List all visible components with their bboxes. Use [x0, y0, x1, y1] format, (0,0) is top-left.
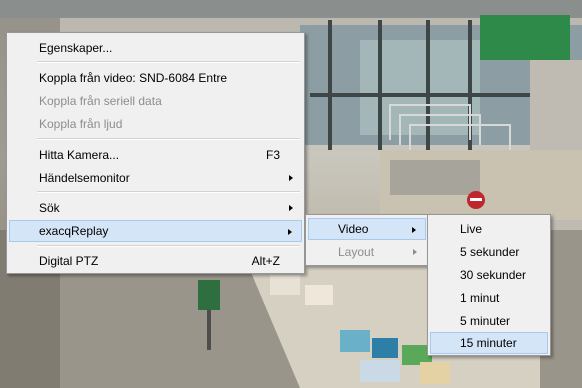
menu-item-label: 5 sekunder [460, 245, 520, 259]
menu-item-disconnect-serial-data: Koppla från seriell data [9, 90, 302, 112]
submenu-arrow-icon [412, 227, 416, 233]
submenu-arrow-icon [289, 175, 293, 181]
menu-separator [37, 138, 300, 140]
menu-item-label: Egenskaper... [39, 41, 113, 55]
menu-item-disconnect-video[interactable]: Koppla från video: SND-6084 Entre [9, 67, 302, 89]
menu-item-label: Sök [39, 201, 60, 215]
submenu-arrow-icon [288, 229, 292, 235]
menu-item-label: Koppla från video: SND-6084 Entre [39, 71, 228, 85]
menu-separator [37, 191, 300, 193]
exacqreplay-submenu: Video Layout [305, 214, 429, 266]
menu-item-shortcut: F3 [265, 148, 280, 162]
menu-item-30-seconds[interactable]: 30 sekunder [430, 264, 548, 286]
menu-item-label: Layout [338, 245, 375, 259]
menu-item-label: 5 minuter [460, 314, 511, 328]
menu-item-label: exacqReplay [39, 224, 109, 238]
menu-item-find-camera[interactable]: Hitta Kamera... F3 [9, 144, 302, 166]
menu-item-label: 15 minuter [460, 336, 517, 350]
menu-item-1-minute[interactable]: 1 minut [430, 287, 548, 309]
menu-item-video[interactable]: Video [308, 218, 426, 240]
menu-separator [37, 245, 300, 247]
menu-item-label: Hitta Kamera... [39, 148, 120, 162]
menu-item-15-minutes[interactable]: 15 minuter [430, 332, 548, 354]
menu-item-label: 1 minut [460, 291, 500, 305]
menu-item-label: Video [338, 222, 369, 236]
menu-item-properties[interactable]: Egenskaper... [9, 37, 302, 59]
menu-item-digital-ptz[interactable]: Digital PTZ Alt+Z [9, 250, 302, 272]
menu-item-layout: Layout [308, 241, 426, 263]
menu-item-label: 30 sekunder [460, 268, 527, 282]
menu-item-label: Händelsemonitor [39, 171, 130, 185]
menu-item-disconnect-audio: Koppla från ljud [9, 113, 302, 135]
menu-item-label: Digital PTZ [39, 254, 99, 268]
menu-separator [37, 61, 300, 63]
menu-item-exacqreplay[interactable]: exacqReplay [9, 220, 302, 242]
context-menu: Egenskaper... Koppla från video: SND-608… [6, 32, 305, 274]
menu-item-live[interactable]: Live [430, 218, 548, 240]
submenu-arrow-icon [413, 249, 417, 255]
video-submenu: Live 5 sekunder 30 sekunder 1 minut 5 mi… [427, 214, 551, 356]
menu-item-event-monitor[interactable]: Händelsemonitor [9, 167, 302, 189]
menu-item-label: Koppla från ljud [39, 117, 123, 131]
menu-item-5-seconds[interactable]: 5 sekunder [430, 241, 548, 263]
menu-item-shortcut: Alt+Z [251, 254, 280, 268]
menu-item-search[interactable]: Sök [9, 197, 302, 219]
menu-item-5-minutes[interactable]: 5 minuter [430, 310, 548, 332]
menu-item-label: Koppla från seriell data [39, 94, 162, 108]
submenu-arrow-icon [289, 205, 293, 211]
menu-item-label: Live [460, 222, 483, 236]
